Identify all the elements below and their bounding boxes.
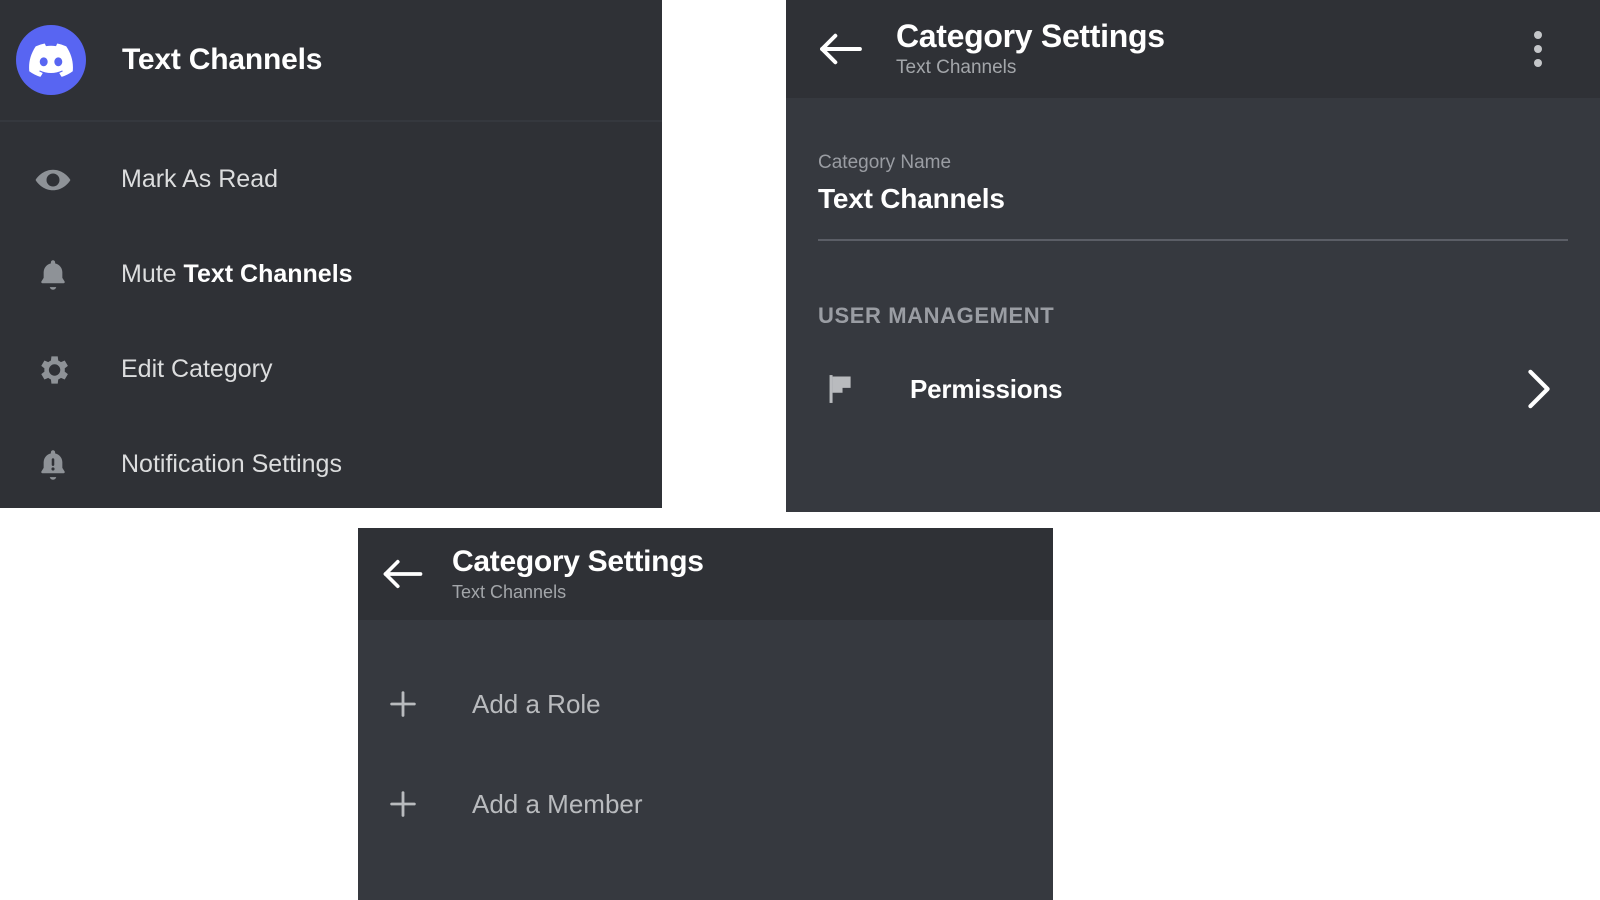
dot xyxy=(1534,59,1542,67)
context-menu-header: Text Channels xyxy=(0,0,662,122)
context-menu-item-label: Edit Category xyxy=(121,355,273,383)
permissions-add-list: Add a Role Add a Member xyxy=(358,620,1053,854)
flag-icon xyxy=(808,370,872,408)
settings-row-permissions[interactable]: Permissions xyxy=(786,339,1600,439)
context-menu-item-label: Mute Text Channels xyxy=(121,260,353,288)
user-management-section-title: USER MANAGEMENT xyxy=(818,303,1055,328)
context-menu-item-label: Mark As Read xyxy=(121,165,279,193)
add-item-label: Add a Role xyxy=(472,688,601,719)
context-menu-title: Text Channels xyxy=(122,43,323,76)
page-title: Category Settings xyxy=(896,17,1165,54)
permissions-add-panel: Category Settings Text Channels Add a Ro… xyxy=(358,528,1053,900)
page-subtitle: Text Channels xyxy=(896,57,1017,79)
page-title: Category Settings xyxy=(452,545,704,579)
bell-alert-icon xyxy=(20,446,86,484)
category-name-label: Category Name xyxy=(818,152,952,173)
add-a-role-button[interactable]: Add a Role xyxy=(358,654,1053,754)
context-menu-item-edit-category[interactable]: Edit Category xyxy=(0,322,662,417)
header-text-group: Category Settings Text Channels xyxy=(896,17,1165,79)
context-menu-item-mute[interactable]: Mute Text Channels xyxy=(0,227,662,322)
plus-icon xyxy=(372,687,434,721)
back-arrow-icon[interactable] xyxy=(372,558,434,590)
dot xyxy=(1534,31,1542,39)
dot xyxy=(1534,45,1542,53)
settings-row-label: Permissions xyxy=(910,373,1063,404)
category-settings-header: Category Settings Text Channels xyxy=(786,0,1600,98)
context-menu-item-mark-as-read[interactable]: Mark As Read xyxy=(0,132,662,227)
discord-logo-icon xyxy=(16,25,86,95)
page-subtitle: Text Channels xyxy=(452,581,567,602)
permissions-header: Category Settings Text Channels xyxy=(358,528,1053,620)
plus-icon xyxy=(372,787,434,821)
header-text-group: Category Settings Text Channels xyxy=(452,546,704,601)
category-settings-panel: Category Settings Text Channels Category… xyxy=(786,0,1600,512)
add-item-label: Add a Member xyxy=(472,788,643,819)
category-context-menu-panel: Text Channels Mark As Read Mute Text Cha… xyxy=(0,0,662,508)
category-settings-body: Category Name Text Channels USER MANAGEM… xyxy=(786,98,1600,439)
more-vertical-icon[interactable] xyxy=(1534,31,1542,67)
context-menu-item-label: Notification Settings xyxy=(121,450,342,478)
eye-icon xyxy=(20,161,86,199)
bell-icon xyxy=(20,256,86,294)
gear-icon xyxy=(20,351,86,389)
category-name-field[interactable]: Category Name Text Channels xyxy=(786,98,1600,241)
category-name-value[interactable]: Text Channels xyxy=(818,183,1568,215)
context-menu-item-notification-settings[interactable]: Notification Settings xyxy=(0,417,662,508)
context-menu-list: Mark As Read Mute Text Channels Edit Cat… xyxy=(0,122,662,508)
add-a-member-button[interactable]: Add a Member xyxy=(358,754,1053,854)
chevron-right-icon[interactable] xyxy=(1526,368,1552,410)
back-arrow-icon[interactable] xyxy=(804,32,878,66)
